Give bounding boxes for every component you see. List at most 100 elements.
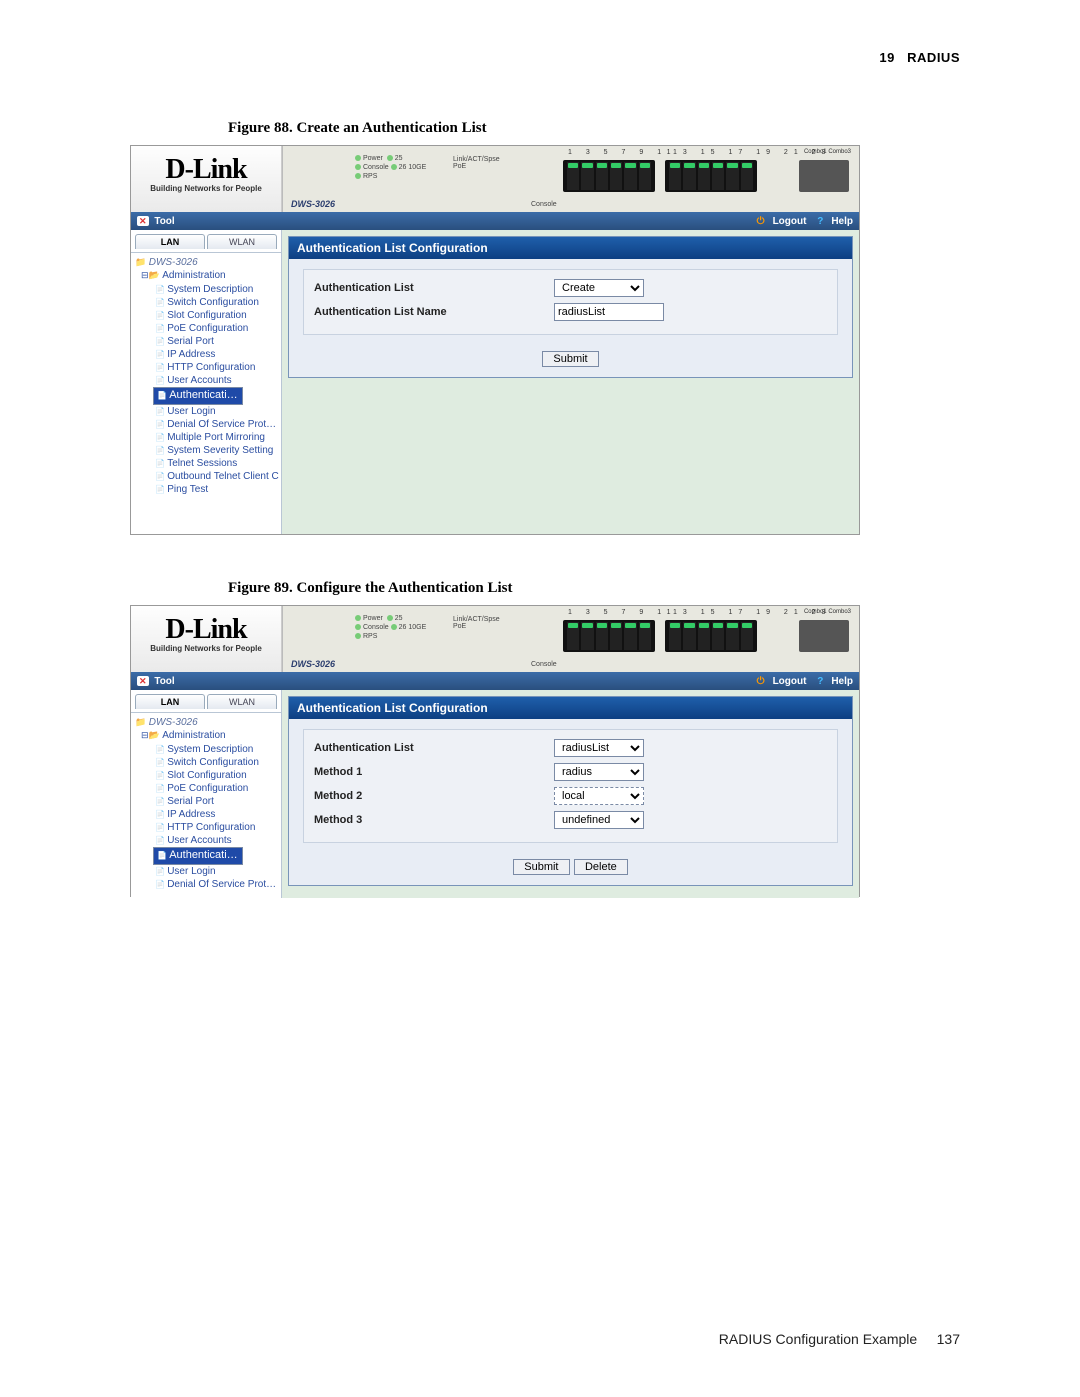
screenshot-89: D-Link Building Networks for People DWS-…	[130, 605, 860, 897]
port-numbers-top-left: 1 3 5 7 9 11	[568, 149, 676, 156]
tree-administration[interactable]: Administration	[141, 730, 279, 741]
help-icon[interactable]: ?	[817, 676, 823, 687]
tree-item[interactable]: Slot Configuration	[153, 309, 279, 322]
panel-title: Authentication List Configuration	[289, 697, 852, 719]
submit-button[interactable]: Submit	[542, 351, 598, 367]
tree-administration[interactable]: Administration	[141, 270, 279, 281]
link-led-label: Link/ACT/Spse PoE	[453, 616, 500, 630]
logout-button[interactable]: Logout	[773, 676, 807, 687]
combo-label-1: Combo1 Combo3	[804, 609, 851, 615]
page-number: 137	[937, 1331, 960, 1347]
panel-title: Authentication List Configuration	[289, 237, 852, 259]
tree-item[interactable]: System Description	[153, 283, 279, 296]
console-label: Console	[531, 201, 557, 208]
tree-item[interactable]: System Severity Setting	[153, 444, 279, 457]
combo-ports	[799, 620, 849, 652]
tree-item[interactable]: Authentication List Config	[153, 387, 243, 405]
brand-logo: D-Link	[131, 614, 281, 646]
link-led-label: Link/ACT/Spse PoE	[453, 156, 500, 170]
help-icon[interactable]: ?	[817, 216, 823, 227]
tree-item[interactable]: Serial Port	[153, 795, 279, 808]
tree-item[interactable]: System Description	[153, 743, 279, 756]
port-group-2	[665, 620, 757, 652]
tab-wlan[interactable]: WLAN	[207, 694, 277, 709]
delete-button[interactable]: Delete	[574, 859, 628, 875]
nav-sidebar: LAN WLAN DWS-3026 Administration System …	[131, 230, 282, 534]
tree-item[interactable]: Switch Configuration	[153, 756, 279, 769]
tree-item[interactable]: HTTP Configuration	[153, 821, 279, 834]
tool-button[interactable]: Tool	[154, 676, 174, 687]
tree-item[interactable]: PoE Configuration	[153, 782, 279, 795]
port-group-1	[563, 620, 655, 652]
tree-item[interactable]: Serial Port	[153, 335, 279, 348]
auth-list-label: Authentication List	[314, 742, 554, 754]
logo-area: D-Link Building Networks for People	[131, 146, 282, 212]
logo-area: D-Link Building Networks for People	[131, 606, 282, 672]
figure-88-title: Create an Authentication List	[296, 120, 486, 136]
auth-list-name-input[interactable]	[554, 303, 664, 321]
device-model: DWS-3026	[291, 199, 335, 209]
tree-item[interactable]: PoE Configuration	[153, 322, 279, 335]
method2-select[interactable]: local	[554, 787, 644, 805]
auth-list-select[interactable]: radiusList	[554, 739, 644, 757]
method1-label: Method 1	[314, 766, 554, 778]
device-header: D-Link Building Networks for People DWS-…	[131, 146, 859, 212]
device-model: DWS-3026	[291, 659, 335, 669]
tool-button[interactable]: Tool	[154, 216, 174, 227]
logout-icon[interactable]: ⏻	[757, 676, 765, 687]
tool-close-icon[interactable]: ✕	[137, 676, 149, 686]
tree-item[interactable]: Telnet Sessions	[153, 457, 279, 470]
tree-item[interactable]: IP Address	[153, 348, 279, 361]
chapter-title: RADIUS	[907, 50, 960, 65]
tab-lan[interactable]: LAN	[135, 694, 205, 709]
console-label: Console	[531, 661, 557, 668]
tree-item[interactable]: Denial Of Service Protect	[153, 418, 279, 431]
tab-lan[interactable]: LAN	[135, 234, 205, 249]
help-button[interactable]: Help	[831, 676, 853, 687]
tree-item[interactable]: Authentication List Config	[153, 847, 243, 865]
combo-label-1: Combo1 Combo3	[804, 149, 851, 155]
tab-wlan[interactable]: WLAN	[207, 234, 277, 249]
page-footer: RADIUS Configuration Example 137	[719, 1331, 960, 1347]
content-area: Authentication List Configuration Authen…	[282, 230, 859, 534]
content-area: Authentication List Configuration Authen…	[282, 690, 859, 898]
tree-root[interactable]: DWS-3026	[135, 717, 279, 728]
logout-icon[interactable]: ⏻	[757, 216, 765, 227]
tree-item[interactable]: Denial Of Service Protect	[153, 878, 279, 891]
footer-text: RADIUS Configuration Example	[719, 1331, 917, 1347]
device-header: D-Link Building Networks for People DWS-…	[131, 606, 859, 672]
tree-item[interactable]: User Login	[153, 405, 279, 418]
screenshot-88: D-Link Building Networks for People DWS-…	[130, 145, 860, 535]
tree-item[interactable]: User Login	[153, 865, 279, 878]
figure-89-caption: Figure 89. Configure the Authentication …	[228, 580, 960, 597]
tree-item[interactable]: HTTP Configuration	[153, 361, 279, 374]
tree-item[interactable]: Slot Configuration	[153, 769, 279, 782]
tree-item[interactable]: Ping Test	[153, 483, 279, 496]
brand-tagline: Building Networks for People	[131, 644, 281, 653]
auth-list-select[interactable]: Create	[554, 279, 644, 297]
logout-button[interactable]: Logout	[773, 216, 807, 227]
led-labels: Power 25 Console 26 10GE RPS	[355, 154, 426, 181]
tool-close-icon[interactable]: ✕	[137, 216, 149, 226]
help-button[interactable]: Help	[831, 216, 853, 227]
top-toolbar: ✕ Tool ⏻ Logout ? Help	[131, 212, 859, 230]
brand-logo: D-Link	[131, 154, 281, 186]
led-labels: Power 25 Console 26 10GE RPS	[355, 614, 426, 641]
method1-select[interactable]: radius	[554, 763, 644, 781]
tree-item[interactable]: Multiple Port Mirroring	[153, 431, 279, 444]
tree-item[interactable]: IP Address	[153, 808, 279, 821]
combo-ports	[799, 160, 849, 192]
method3-select[interactable]: undefined	[554, 811, 644, 829]
brand-tagline: Building Networks for People	[131, 184, 281, 193]
tree-item[interactable]: Outbound Telnet Client C	[153, 470, 279, 483]
port-numbers-top-left: 1 3 5 7 9 11	[568, 609, 676, 616]
port-group-2	[665, 160, 757, 192]
figure-88-label: Figure 88.	[228, 120, 293, 136]
submit-button[interactable]: Submit	[513, 859, 569, 875]
tree-root[interactable]: DWS-3026	[135, 257, 279, 268]
tree-item[interactable]: Switch Configuration	[153, 296, 279, 309]
tree-item[interactable]: User Accounts	[153, 374, 279, 387]
auth-list-name-label: Authentication List Name	[314, 306, 554, 318]
tree-item[interactable]: User Accounts	[153, 834, 279, 847]
switch-graphic: DWS-3026 Power 25 Console 26 10GE RPS Li…	[282, 606, 859, 672]
